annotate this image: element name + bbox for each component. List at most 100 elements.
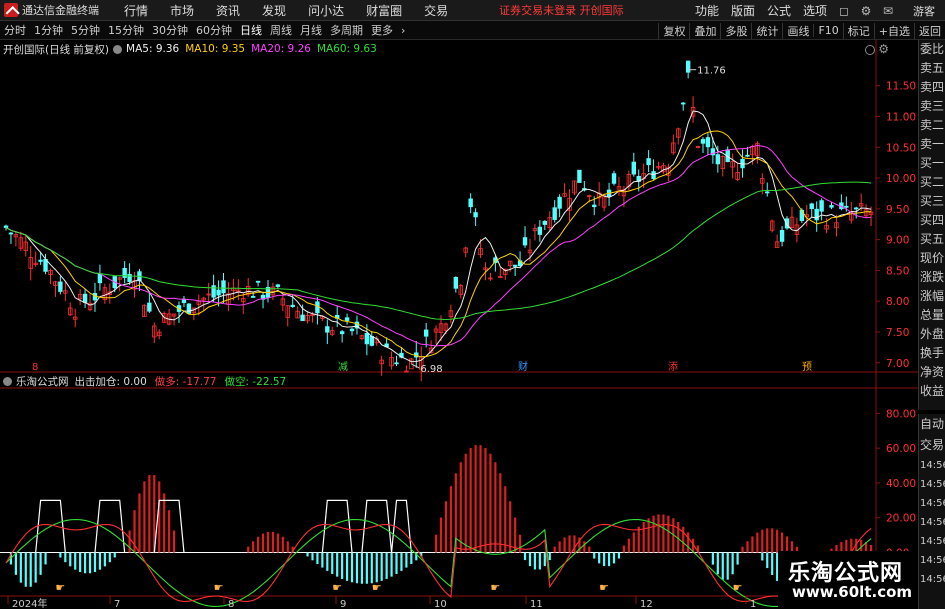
indicator-name[interactable]: 乐淘公式网: [16, 374, 69, 389]
trade-tab-0[interactable]: 自动: [919, 414, 945, 435]
x-tick-label: 8: [228, 599, 234, 609]
x-tick-label: 11: [530, 599, 543, 609]
event-marker: 添: [668, 360, 678, 373]
zoom-out-icon[interactable]: [865, 45, 875, 55]
price-tick-label: 7.00: [886, 358, 909, 370]
candle-body: [325, 326, 330, 333]
side-tab-2[interactable]: 卖四: [919, 78, 945, 97]
candle-body: [468, 198, 473, 208]
trade-time-5: 14:56: [920, 555, 945, 566]
x-tick-label: 10: [434, 599, 447, 609]
hand-pointer-icon: ☛: [372, 581, 382, 594]
trade-time-1: 14:56: [920, 479, 945, 490]
sub-tick-label: 60.00: [886, 443, 916, 455]
side-tab-10[interactable]: 买五: [919, 230, 945, 249]
indicator-value-1: 出击加仓: 0.00: [74, 375, 147, 388]
legend-toggle-icon[interactable]: [113, 44, 123, 54]
ma20-value: MA20: 9.26: [251, 43, 311, 55]
candle-body: [423, 329, 429, 337]
side-tab-7[interactable]: 买二: [919, 173, 945, 192]
x-tick-label: 12: [640, 599, 653, 609]
candle-body: [829, 205, 834, 208]
trade-tab-1[interactable]: 交易: [919, 435, 945, 456]
signal-trapezoid: [361, 499, 393, 553]
candle-body: [147, 302, 152, 312]
side-tab-16[interactable]: 换手: [919, 344, 945, 363]
candle-body: [844, 205, 849, 208]
candle-body: [3, 225, 9, 228]
candle-body: [473, 212, 478, 218]
price-tick-label: 7.50: [886, 327, 909, 339]
ma20-line: [5, 144, 872, 347]
x-tick-label: 1: [750, 599, 756, 609]
side-tab-11[interactable]: 现价: [919, 249, 945, 268]
quote-side-panel: 委比 卖五 卖四 卖三 卖二 卖一 买一 买二 买三 买四 买五 现价 涨跌 涨幅 总量 外盘 换手 净资 收益: [918, 40, 945, 410]
price-tick-label: 10.00: [886, 173, 916, 185]
side-tab-17[interactable]: 净资: [919, 363, 945, 382]
side-tab-18[interactable]: 收益: [919, 382, 945, 401]
sub-chart-legend: 乐淘公式网 出击加仓: 0.00 做多: -17.77 做空: -22.57: [3, 374, 286, 388]
price-tick-label: 9.00: [886, 235, 909, 247]
signal-trapezoid: [94, 499, 126, 553]
ma5-value: MA5: 9.36: [126, 43, 180, 55]
candle-body: [339, 331, 345, 335]
chart-settings-icon[interactable]: ⚙: [878, 42, 889, 56]
candle-body: [522, 237, 528, 246]
hand-pointer-icon: ☛: [599, 581, 609, 594]
ma60-value: MA60: 9.63: [316, 43, 377, 55]
side-tab-8[interactable]: 买三: [919, 192, 945, 211]
x-tick-label: 9: [340, 599, 346, 609]
candle-body: [453, 276, 459, 289]
side-tab-4[interactable]: 卖二: [919, 116, 945, 135]
candle-body: [394, 362, 399, 365]
side-tab-3[interactable]: 卖三: [919, 97, 945, 116]
candle-body: [255, 280, 261, 283]
candle-body: [819, 200, 824, 212]
candle-body: [557, 196, 562, 209]
side-tab-9[interactable]: 买四: [919, 211, 945, 230]
event-marker: 财: [518, 360, 528, 373]
candle-body: [646, 158, 651, 166]
side-tab-14[interactable]: 总量: [919, 306, 945, 325]
side-tab-12[interactable]: 涨跌: [919, 268, 945, 287]
candle-body: [681, 102, 686, 105]
candle-body: [651, 171, 656, 180]
hand-pointer-icon: ☛: [55, 581, 65, 594]
hand-pointer-icon: ☛: [490, 581, 500, 594]
sub-tick-label: 20.00: [886, 513, 916, 525]
sub-legend-toggle-icon[interactable]: [3, 376, 12, 386]
stock-name[interactable]: 开创国际(日线 前复权): [3, 42, 109, 57]
sub-tick-label: 40.00: [886, 478, 916, 490]
candle-body: [38, 259, 43, 262]
candle-body: [765, 191, 770, 194]
candle-body: [745, 154, 750, 157]
candle-body: [315, 301, 320, 314]
candle-body: [181, 298, 187, 304]
hand-pointer-icon: ☛: [733, 581, 743, 594]
event-marker: 减: [338, 361, 348, 373]
side-tab-13[interactable]: 涨幅: [919, 287, 945, 306]
candle-body: [715, 154, 721, 165]
candle-body: [216, 289, 221, 296]
side-tab-6[interactable]: 买一: [919, 154, 945, 173]
indicator-value-3: 做空: -22.57: [224, 375, 287, 388]
main-chart-legend: 开创国际(日线 前复权) MA5: 9.36 MA10: 9.35 MA20: …: [3, 42, 377, 56]
candle-body: [8, 232, 14, 235]
candle-body: [512, 264, 518, 267]
side-tab-5[interactable]: 卖一: [919, 135, 945, 154]
chart-canvas[interactable]: 11.50 11.00 10.50 10.00 9.50 9.00 8.50 8.00 7.50…: [0, 0, 945, 609]
candle-body: [685, 60, 691, 73]
event-marker: 预: [802, 361, 812, 373]
side-tab-1[interactable]: 卖五: [919, 59, 945, 78]
candle-body: [300, 314, 305, 322]
low-label: 6.98: [420, 364, 442, 375]
side-tab-0[interactable]: 委比: [919, 40, 945, 59]
trade-time-2: 14:56: [920, 498, 945, 509]
side-tab-15[interactable]: 外盘: [919, 325, 945, 344]
candle-body: [809, 203, 814, 210]
event-marker: 8: [32, 362, 38, 373]
price-tick-label: 10.50: [886, 142, 916, 154]
candle-body: [542, 220, 548, 225]
candle-body: [631, 161, 636, 175]
price-tick-label: 8.50: [886, 265, 909, 277]
